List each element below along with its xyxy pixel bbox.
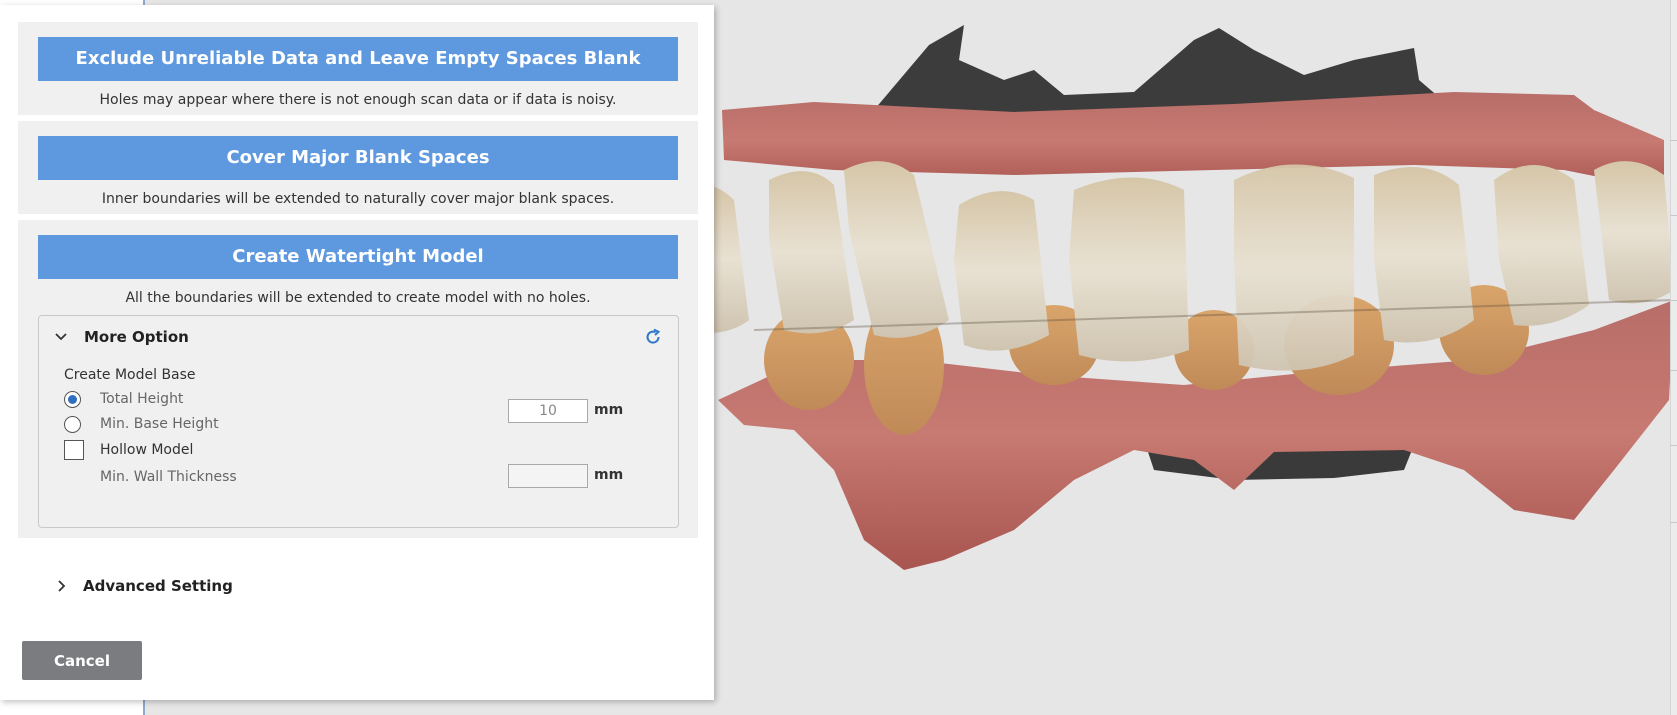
exclude-unreliable-data-button[interactable]: Exclude Unreliable Data and Leave Empty … xyxy=(38,37,678,81)
chevron-right-icon[interactable] xyxy=(55,579,69,593)
hollow-model-label[interactable]: Hollow Model xyxy=(100,442,193,458)
option-section-watertight: Create Watertight Model All the boundari… xyxy=(18,220,698,538)
exclude-unreliable-data-description: Holes may appear where there is not enou… xyxy=(99,92,617,108)
3d-viewport[interactable] xyxy=(714,0,1677,715)
cover-major-blank-spaces-description: Inner boundaries will be extended to nat… xyxy=(101,191,615,207)
more-option-title[interactable]: More Option xyxy=(84,328,189,346)
height-value-input[interactable] xyxy=(508,399,588,423)
chevron-down-icon[interactable] xyxy=(54,330,68,344)
option-section-exclude: Exclude Unreliable Data and Leave Empty … xyxy=(18,22,698,115)
height-unit-label: mm xyxy=(594,402,624,418)
min-base-height-radio[interactable] xyxy=(64,416,81,433)
total-height-radio[interactable] xyxy=(64,391,81,408)
wall-thickness-input[interactable] xyxy=(508,464,588,488)
more-option-panel: More Option Create Model Base Total Heig… xyxy=(38,315,679,528)
cancel-button[interactable]: Cancel xyxy=(22,641,142,680)
refresh-icon[interactable] xyxy=(644,328,662,346)
advanced-setting-title[interactable]: Advanced Setting xyxy=(83,577,233,595)
hollow-model-checkbox[interactable] xyxy=(64,440,84,460)
cover-major-blank-spaces-button[interactable]: Cover Major Blank Spaces xyxy=(38,136,678,180)
create-watertight-model-button[interactable]: Create Watertight Model xyxy=(38,235,678,279)
min-base-height-label[interactable]: Min. Base Height xyxy=(100,416,219,432)
min-wall-thickness-label: Min. Wall Thickness xyxy=(100,469,237,485)
viewport-right-toolbar xyxy=(1670,0,1677,715)
option-section-cover: Cover Major Blank Spaces Inner boundarie… xyxy=(18,121,698,214)
dental-scan-model[interactable] xyxy=(714,0,1677,715)
total-height-label[interactable]: Total Height xyxy=(100,391,183,407)
create-watertight-model-description: All the boundaries will be extended to c… xyxy=(125,290,591,306)
create-model-base-label: Create Model Base xyxy=(64,367,196,383)
fill-holes-dialog: Exclude Unreliable Data and Leave Empty … xyxy=(0,5,714,700)
wall-thickness-unit-label: mm xyxy=(594,467,624,483)
